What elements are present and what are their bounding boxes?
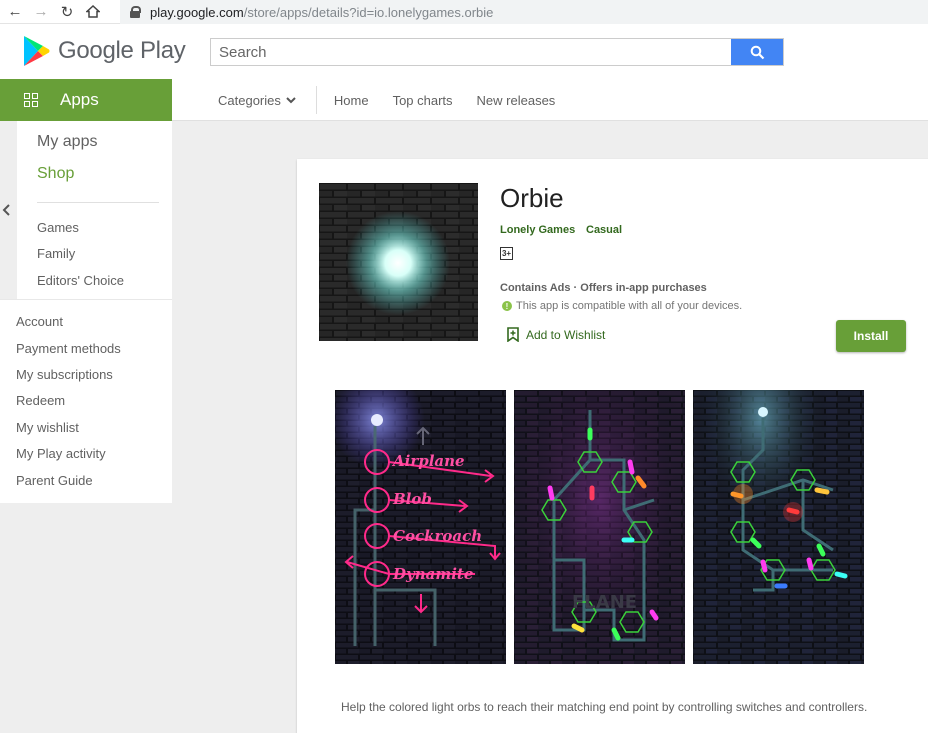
- apps-grid-icon: [24, 93, 38, 107]
- screenshot-label-dynamite: Dynamite: [392, 565, 473, 583]
- sidebar-item-account[interactable]: Account: [16, 314, 63, 329]
- install-button[interactable]: Install: [836, 320, 906, 352]
- sidebar-primary: My apps Shop Games Family Editors' Choic…: [0, 121, 172, 299]
- sidebar-item-family[interactable]: Family: [37, 246, 75, 261]
- sidebar-item-play-activity[interactable]: My Play activity: [16, 446, 106, 461]
- compatibility-notice: ! This app is compatible with all of you…: [502, 300, 742, 312]
- logo-text: Google Play: [58, 37, 186, 64]
- chevron-down-icon: [286, 96, 296, 103]
- sidebar-item-payment-methods[interactable]: Payment methods: [16, 341, 121, 356]
- sidebar-item-games[interactable]: Games: [37, 220, 79, 235]
- section-nav: Apps Categories Home Top charts New rele…: [0, 79, 928, 121]
- url-path: /store/apps/details?id=io.lonelygames.or…: [243, 4, 494, 20]
- search-bar: [210, 38, 784, 66]
- compatibility-text: This app is compatible with all of your …: [516, 300, 743, 312]
- nav-new-releases[interactable]: New releases: [477, 93, 556, 108]
- screenshot-label-airplane: Airplane: [391, 452, 465, 470]
- developer-link[interactable]: Lonely Games: [500, 224, 575, 236]
- genre-link[interactable]: Casual: [586, 224, 622, 236]
- sidebar-item-redeem[interactable]: Redeem: [16, 393, 65, 408]
- back-arrow-icon[interactable]: ←: [4, 2, 26, 22]
- play-header: Google Play: [0, 25, 928, 79]
- screenshot-label-blob: Blob: [392, 490, 432, 508]
- screenshot-label-cockroach: Cockroach: [393, 527, 482, 545]
- nav-home[interactable]: Home: [334, 93, 369, 108]
- sidebar-item-wishlist[interactable]: My wishlist: [16, 420, 79, 435]
- search-button[interactable]: [731, 39, 783, 65]
- bookmark-plus-icon: [507, 327, 519, 342]
- info-icon: !: [502, 301, 512, 311]
- apps-section-tab[interactable]: Apps: [0, 79, 172, 121]
- content-rating-badge[interactable]: 3+: [500, 247, 513, 260]
- categories-dropdown[interactable]: Categories: [218, 86, 317, 114]
- play-triangle-icon: [24, 36, 50, 66]
- search-input[interactable]: [211, 39, 731, 65]
- apps-section-label: Apps: [60, 90, 99, 109]
- browser-toolbar: ← → ↻ play.google.com/store/apps/details…: [0, 0, 928, 24]
- google-play-logo[interactable]: Google Play: [22, 35, 186, 67]
- collapse-sidebar-chevron-icon[interactable]: [2, 204, 10, 216]
- app-icon-image: [319, 183, 478, 341]
- screenshot-2[interactable]: FLANE: [514, 390, 685, 664]
- screenshot-1[interactable]: Airplane Blob Cockroach Dynamite: [335, 390, 506, 664]
- app-title: Orbie: [500, 183, 564, 213]
- screenshot-3[interactable]: [693, 390, 864, 664]
- address-bar[interactable]: play.google.com/store/apps/details?id=io…: [120, 0, 928, 24]
- app-details-card: Orbie Lonely Games Casual 3+ Contains Ad…: [297, 159, 928, 733]
- sidebar-item-shop[interactable]: Shop: [37, 165, 74, 183]
- subnav-links: Categories Home Top charts New releases: [218, 79, 562, 121]
- sidebar-account: Account Payment methods My subscriptions…: [0, 299, 172, 503]
- reload-icon[interactable]: ↻: [56, 2, 78, 22]
- app-description: Help the colored light orbs to reach the…: [341, 700, 868, 714]
- nav-top-charts[interactable]: Top charts: [393, 93, 453, 108]
- home-icon[interactable]: [82, 2, 104, 22]
- sidebar-divider: [37, 202, 159, 203]
- add-to-wishlist-button[interactable]: Add to Wishlist: [507, 327, 605, 342]
- sidebar-item-editors-choice[interactable]: Editors' Choice: [37, 273, 124, 288]
- lock-icon: [130, 6, 141, 18]
- screenshot-2-wall-text: FLANE: [572, 592, 637, 613]
- ads-info: Contains Ads · Offers in-app purchases: [500, 282, 707, 294]
- sidebar-item-parent-guide[interactable]: Parent Guide: [16, 473, 93, 488]
- categories-label: Categories: [218, 92, 281, 108]
- search-icon: [750, 45, 764, 59]
- url-host: play.google.com: [150, 4, 244, 20]
- sidebar-item-subscriptions[interactable]: My subscriptions: [16, 367, 113, 382]
- wishlist-label: Add to Wishlist: [526, 327, 606, 342]
- forward-arrow-icon[interactable]: →: [30, 2, 52, 22]
- sidebar-item-my-apps[interactable]: My apps: [37, 133, 97, 151]
